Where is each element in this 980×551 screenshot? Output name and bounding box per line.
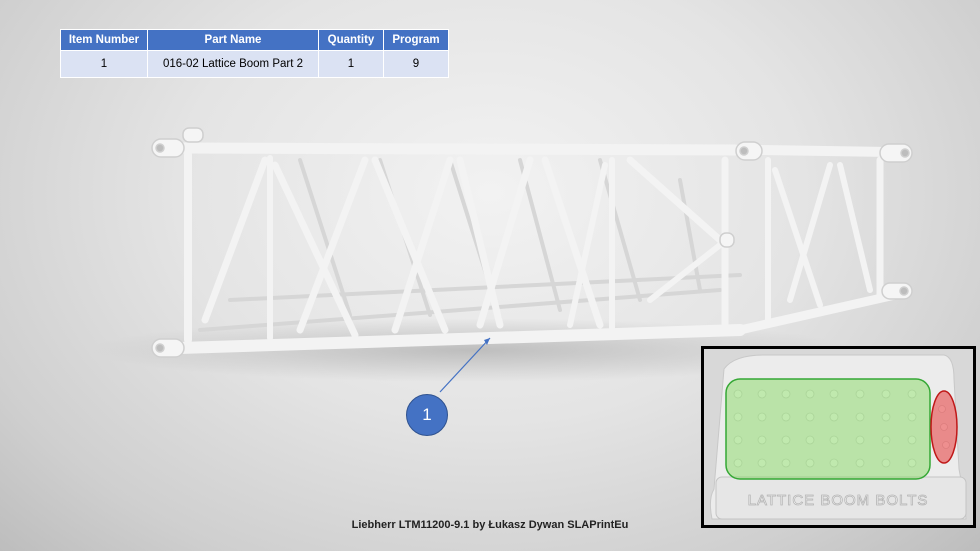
boom-main-truss: [174, 142, 900, 354]
bolts-tray-render: LATTICE BOOM BOLTS: [704, 349, 973, 525]
green-highlight: [725, 378, 931, 480]
inset-bolts-image: LATTICE BOOM BOLTS: [701, 346, 976, 528]
embossed-label: LATTICE BOOM BOLTS: [748, 492, 929, 509]
red-highlight: [930, 390, 958, 464]
callout-badge: 1: [406, 394, 448, 436]
